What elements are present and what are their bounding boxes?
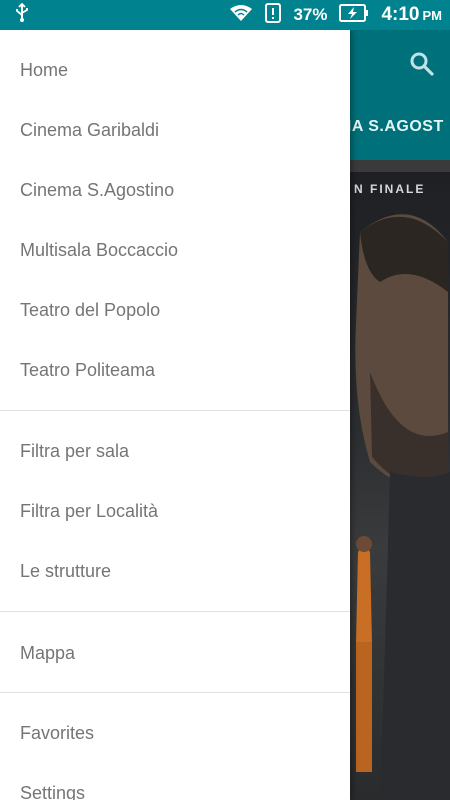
menu-item-label: Settings [20,782,86,800]
menu-item-label: Teatro del Popolo [20,299,161,320]
menu-item-label: Filtra per sala [20,440,130,461]
tab-cinema-s-agostino[interactable]: MA S.AGOST [338,118,444,136]
menu-item-filtra-per-sala[interactable]: Filtra per sala [0,421,350,481]
battery-percent: 37% [293,5,328,24]
status-bar: 37% 4:10 PM [0,0,450,30]
alert-icon [265,2,282,28]
menu-divider [0,611,350,612]
menu-item-label: Le strutture [20,560,112,581]
menu-item-mappa[interactable]: Mappa [0,623,350,683]
menu-item-label: Home [20,59,69,80]
menu-item-label: Favorites [20,722,95,743]
battery-charging-icon [339,3,369,27]
search-icon[interactable] [406,48,438,80]
menu-item-cinema-s-agostino[interactable]: Cinema S.Agostino [0,160,350,220]
menu-item-cinema-garibaldi[interactable]: Cinema Garibaldi [0,100,350,160]
menu-item-teatro-del-popolo[interactable]: Teatro del Popolo [0,280,350,340]
menu-item-filtra-per-localita[interactable]: Filtra per Località [0,481,350,541]
menu-item-label: Teatro Politeama [20,359,156,380]
menu-divider [0,692,350,693]
menu-item-label: Mappa [20,642,76,663]
menu-item-label: Cinema S.Agostino [20,179,175,200]
menu-item-le-strutture[interactable]: Le strutture [0,541,350,601]
usb-icon [14,2,30,28]
menu-item-multisala-boccaccio[interactable]: Multisala Boccaccio [0,220,350,280]
clock-ampm: PM [422,8,443,23]
menu-divider [0,410,350,411]
menu-item-teatro-politeama[interactable]: Teatro Politeama [0,340,350,400]
navigation-drawer: Home Cinema Garibaldi Cinema S.Agostino … [0,30,350,800]
clock: 4:10 PM [381,4,442,26]
menu-item-label: Filtra per Località [20,500,159,521]
menu-item-home[interactable]: Home [0,40,350,100]
movie-poster[interactable]: N FINALE [350,172,450,800]
poster-artwork [355,214,450,800]
clock-time: 4:10 [381,4,420,25]
wifi-icon [229,4,253,27]
menu-item-label: Cinema Garibaldi [20,119,160,140]
menu-item-favorites[interactable]: Favorites [0,703,350,763]
menu-item-settings[interactable]: Settings [0,763,350,800]
menu-item-label: Multisala Boccaccio [20,239,179,260]
